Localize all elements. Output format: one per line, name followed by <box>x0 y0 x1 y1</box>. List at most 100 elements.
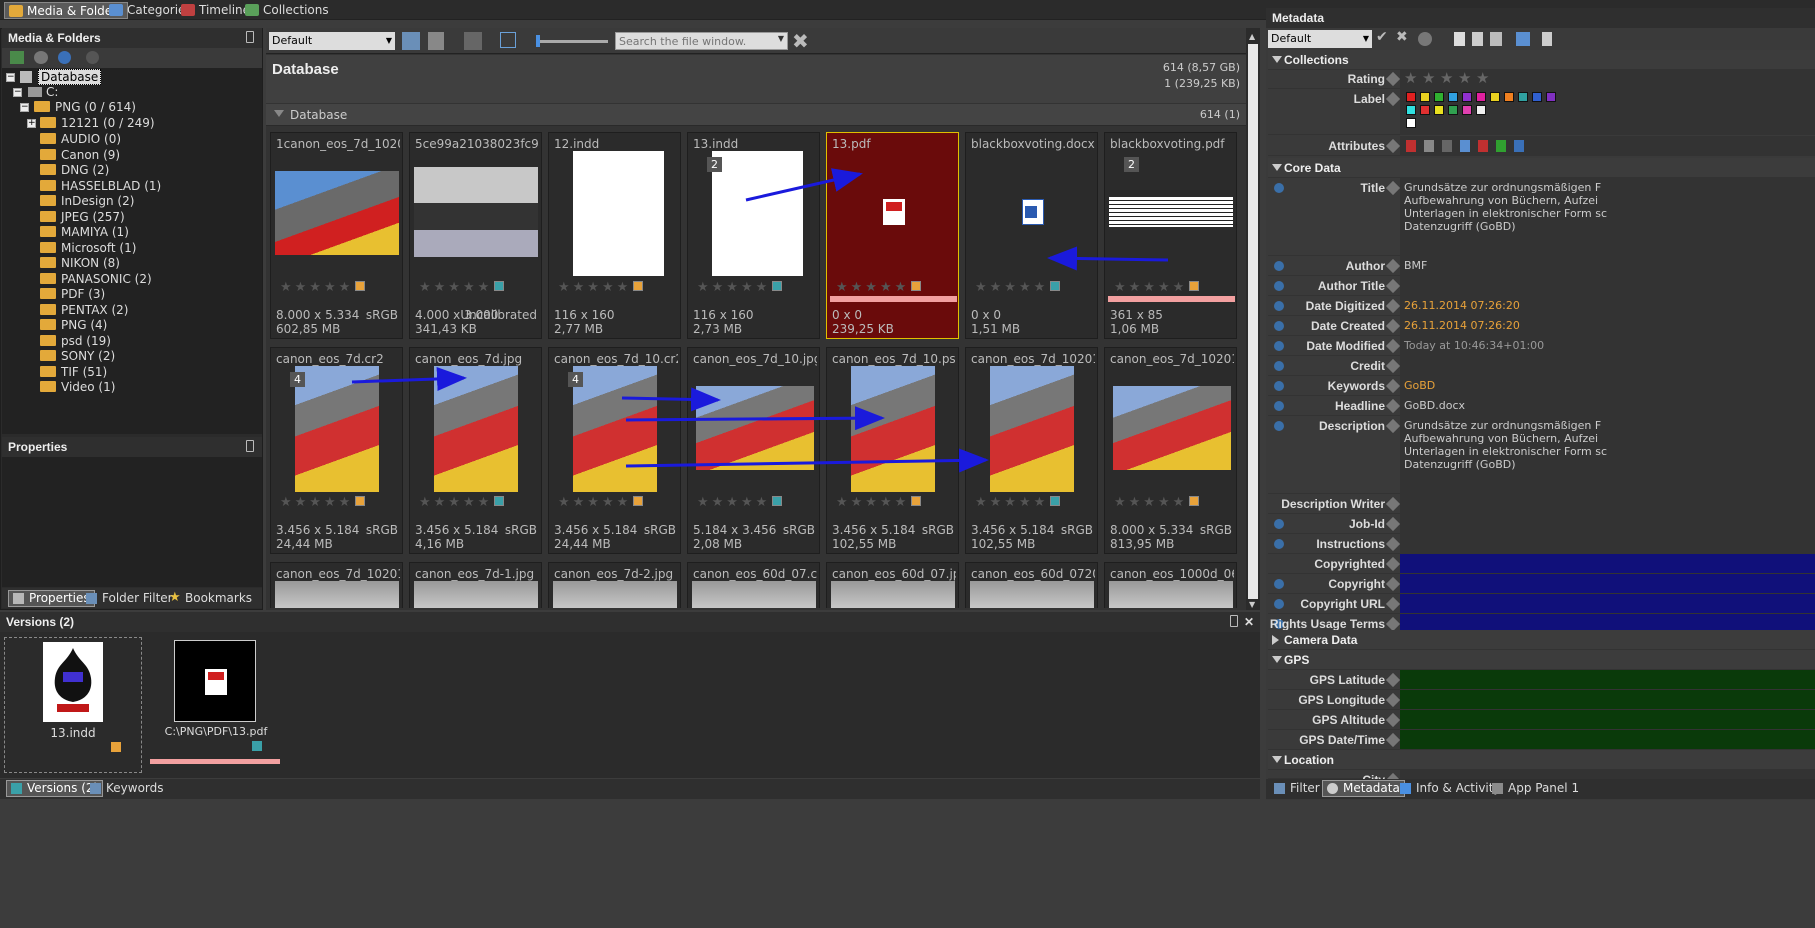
search-input[interactable] <box>616 33 776 49</box>
tab-metadata[interactable]: Metadata <box>1322 780 1405 797</box>
metadata-field-gps-alt[interactable]: GPS Altitude <box>1268 710 1815 730</box>
edit-icon[interactable] <box>1385 71 1401 87</box>
file-thumbnail[interactable]: canon_eos_7d.cr2 4 ★★★★★ 3.456 x 5.184 sRGB 2… <box>270 347 403 554</box>
field-value-box[interactable] <box>1400 770 1815 778</box>
metadata-field-date-modified[interactable]: Date Modified Today at 10:46:34+01:00 <box>1268 336 1815 356</box>
metadata-field-copyright-url[interactable]: Copyright URL <box>1268 594 1815 614</box>
scroll-down-icon[interactable]: ▼ <box>1249 600 1255 609</box>
file-thumbnail[interactable]: 13.pdf ★★★★★ 0 x 0 239,25 KB <box>826 132 959 339</box>
metadata-section-header[interactable]: Camera Data <box>1268 630 1815 650</box>
rating-stars[interactable]: ★★★★★ <box>558 495 631 510</box>
tab-folder-filter[interactable]: Folder Filter <box>84 591 173 606</box>
clear-filter-icon[interactable]: ✖ <box>792 29 809 53</box>
rating-stars[interactable]: ★★★★★ <box>836 495 909 510</box>
file-thumbnail[interactable]: blackboxvoting.docx ★★★★★ 0 x 0 1,51 MB <box>965 132 1098 339</box>
edit-icon[interactable] <box>1385 576 1401 592</box>
rating-stars[interactable]: ★★★★★ <box>419 280 492 295</box>
edit-icon[interactable] <box>1385 616 1401 632</box>
collapse-icon[interactable]: − <box>13 88 22 97</box>
field-value-box[interactable] <box>1400 256 1815 275</box>
rating-star-icon[interactable]: ★ <box>1404 69 1417 87</box>
pin-icon[interactable] <box>246 440 254 452</box>
file-thumbnail[interactable]: canon_eos_7d_102014030... ★★★★★ 3.456 x 5.… <box>965 347 1098 554</box>
tree-item-folder[interactable]: Microsoft (1) <box>40 240 136 256</box>
edit-icon[interactable] <box>1385 180 1401 196</box>
label-color-swatch[interactable] <box>1448 92 1458 102</box>
field-value-box[interactable] <box>1400 494 1815 513</box>
label-color-swatch[interactable] <box>1490 92 1500 102</box>
metadata-field-gps-lon[interactable]: GPS Longitude <box>1268 690 1815 710</box>
tab-collections[interactable]: Collections <box>241 2 333 19</box>
label-color-swatch[interactable] <box>1476 92 1486 102</box>
scroll-thumb[interactable] <box>1248 44 1258 599</box>
metadata-field-copyrighted[interactable]: Copyrighted <box>1268 554 1815 574</box>
metadata-field-gps-dt[interactable]: GPS Date/Time <box>1268 730 1815 750</box>
metadata-field-date-created[interactable]: Date Created 26.11.2014 07:26:20 <box>1268 316 1815 336</box>
rating-stars[interactable]: ★★★★★ <box>697 495 770 510</box>
field-value-box[interactable] <box>1400 514 1815 533</box>
paste-icon[interactable] <box>1472 32 1483 46</box>
edit-icon[interactable] <box>1385 138 1401 154</box>
label-color-swatch[interactable] <box>1532 92 1542 102</box>
field-value-box[interactable] <box>1400 356 1815 375</box>
tree-item-folder[interactable]: Canon (9) <box>40 147 120 163</box>
metadata-field-description-writer[interactable]: Description Writer <box>1268 494 1815 514</box>
tree-item-folder[interactable]: DNG (2) <box>40 162 109 178</box>
metadata-field-credit[interactable]: Credit <box>1268 356 1815 376</box>
field-value-box[interactable] <box>1400 690 1815 709</box>
pin-icon[interactable] <box>1230 615 1238 627</box>
metadata-field-attributes[interactable]: Attributes <box>1268 136 1815 156</box>
export-icon[interactable] <box>1542 32 1552 46</box>
sort-icon[interactable] <box>402 32 420 50</box>
edit-icon[interactable] <box>1385 338 1401 354</box>
field-value-box[interactable] <box>1400 670 1815 689</box>
forward-icon[interactable] <box>86 51 99 64</box>
copy-icon[interactable] <box>1454 32 1465 46</box>
edit-icon[interactable] <box>1385 378 1401 394</box>
edit-icon[interactable] <box>1385 278 1401 294</box>
file-thumbnail[interactable]: blackboxvoting.pdf 2 ★★★★★ 361 x 85 1,06 MB <box>1104 132 1237 339</box>
attribute-icon[interactable] <box>1496 140 1506 152</box>
back-icon[interactable] <box>58 51 71 64</box>
tree-item-folder[interactable]: PANASONIC (2) <box>40 271 152 287</box>
apply-icon[interactable]: ✔ <box>1376 29 1388 45</box>
metadata-preset-select[interactable]: Default ▼ <box>1268 30 1372 48</box>
tab-app-panel[interactable]: App Panel 1 <box>1490 781 1579 796</box>
edit-icon[interactable] <box>1385 398 1401 414</box>
field-value-box[interactable] <box>1400 534 1815 553</box>
file-thumbnail[interactable]: canon_eos_7d-1.jpg <box>409 562 542 608</box>
close-icon[interactable]: ✕ <box>1244 612 1254 632</box>
rating-stars[interactable]: ★★★★★ <box>280 495 353 510</box>
file-thumbnail[interactable]: 5ce99a21038023fc90bf5b...★★★★★4.000 x 3.… <box>409 132 542 339</box>
edit-icon[interactable] <box>1385 732 1401 748</box>
metadata-field-author[interactable]: Author BMF <box>1268 256 1815 276</box>
attribute-icon[interactable] <box>1424 140 1434 152</box>
rating-stars[interactable]: ★★★★★ <box>419 495 492 510</box>
attribute-icon[interactable] <box>1460 140 1470 152</box>
attribute-icon[interactable] <box>1478 140 1488 152</box>
edit-icon[interactable] <box>1385 536 1401 552</box>
collapse-icon[interactable] <box>1272 56 1282 63</box>
label-color-swatch[interactable] <box>1462 92 1472 102</box>
file-window-scrollbar[interactable]: ▲ ▼ <box>1246 28 1260 610</box>
edit-icon[interactable] <box>1385 418 1401 434</box>
metadata-field-job-id[interactable]: Job-Id <box>1268 514 1815 534</box>
tree-item-folder[interactable]: PNG (4) <box>40 317 107 333</box>
rating-stars[interactable]: ★★★★★ <box>975 495 1048 510</box>
metadata-section-header[interactable]: Collections <box>1268 50 1815 70</box>
label-color-swatch[interactable] <box>1434 105 1444 115</box>
file-thumbnail[interactable]: canon_eos_60d_07.cr2 <box>687 562 820 608</box>
edit-icon[interactable] <box>1385 692 1401 708</box>
metadata-section-header[interactable]: GPS <box>1268 650 1815 670</box>
file-thumbnail[interactable]: 13.indd 2 ★★★★★ 116 x 160 2,73 MB <box>687 132 820 339</box>
tab-keywords[interactable]: Keywords <box>88 781 164 796</box>
rating-stars[interactable]: ★★★★★ <box>558 280 631 295</box>
tree-item-folder[interactable]: HASSELBLAD (1) <box>40 178 161 194</box>
edit-icon[interactable] <box>1385 712 1401 728</box>
tree-item-folder[interactable]: SONY (2) <box>40 348 115 364</box>
tree-item-png[interactable]: PNG (0 / 614) <box>34 99 136 115</box>
collapse-icon[interactable] <box>1272 656 1282 663</box>
metadata-field-city[interactable]: City <box>1268 770 1815 788</box>
rating-stars[interactable]: ★★★★★ <box>697 280 770 295</box>
slider-handle[interactable] <box>536 35 540 47</box>
